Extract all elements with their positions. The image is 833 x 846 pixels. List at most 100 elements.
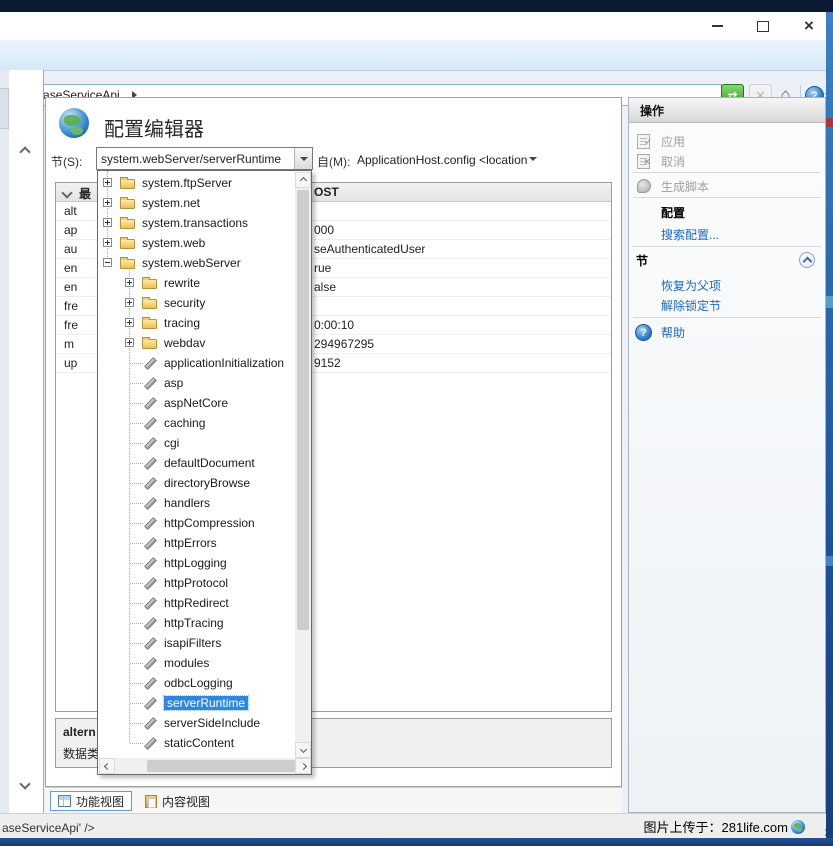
close-button[interactable]: ×: [794, 18, 824, 34]
tree-item-label[interactable]: directoryBrowse: [164, 476, 250, 490]
tree-item-label[interactable]: serverSideInclude: [164, 716, 260, 730]
tree-item-label[interactable]: httpCompression: [164, 516, 255, 530]
scroll-down-button[interactable]: [295, 742, 311, 758]
tree-item-label[interactable]: httpRedirect: [164, 596, 229, 610]
tree-item-security[interactable]: security: [98, 293, 311, 313]
tree-item-webdav[interactable]: webdav: [98, 333, 311, 353]
tree-item-label[interactable]: aspNetCore: [164, 396, 228, 410]
tree-item-system.webServer[interactable]: system.webServer: [98, 253, 311, 273]
section-combobox-dropdown-button[interactable]: [294, 148, 312, 169]
group-collapse-icon[interactable]: [61, 187, 72, 198]
minimize-button[interactable]: [702, 18, 732, 34]
expand-icon[interactable]: [125, 318, 134, 327]
tree-item-label[interactable]: applicationInitialization: [164, 356, 284, 370]
left-dock-tab[interactable]: [0, 88, 9, 129]
tree-item-label[interactable]: httpProtocol: [164, 576, 228, 590]
tree-item-label[interactable]: httpTracing: [164, 616, 224, 630]
tree-item-label[interactable]: modules: [164, 656, 209, 670]
apply-button[interactable]: ✓ 应用: [629, 131, 825, 151]
expand-icon[interactable]: [125, 338, 134, 347]
tab-features-view[interactable]: 功能视图: [50, 791, 132, 811]
expand-icon[interactable]: [103, 198, 112, 207]
tree-item-system.transactions[interactable]: system.transactions: [98, 213, 311, 233]
tree-item-label[interactable]: webdav: [164, 336, 205, 350]
tree-item-directoryBrowse[interactable]: directoryBrowse: [98, 473, 311, 493]
address-bar: Store.BaseServiceApi ⇄ ✕ ⌂ ?: [0, 40, 833, 71]
scroll-up-icon[interactable]: [19, 146, 30, 157]
tree-item-system.net[interactable]: system.net: [98, 193, 311, 213]
expand-icon[interactable]: [103, 238, 112, 247]
tree-item-httpRedirect[interactable]: httpRedirect: [98, 593, 311, 613]
tree-item-label[interactable]: handlers: [164, 496, 210, 510]
tree-item-label[interactable]: odbcLogging: [164, 676, 233, 690]
tree-item-label[interactable]: caching: [164, 416, 205, 430]
unlock-section-link[interactable]: 解除锁定节: [629, 295, 825, 315]
tree-item-label[interactable]: defaultDocument: [164, 456, 255, 470]
tree-item-odbcLogging[interactable]: odbcLogging: [98, 673, 311, 693]
expand-icon[interactable]: [103, 178, 112, 187]
tree-vscrollbar[interactable]: [295, 172, 311, 758]
vscroll-thumb[interactable]: [297, 190, 309, 630]
tree-item-label[interactable]: system.transactions: [142, 216, 248, 230]
tree-item-httpTracing[interactable]: httpTracing: [98, 613, 311, 633]
revert-to-parent-link[interactable]: 恢复为父项: [629, 275, 825, 295]
tab-content-view[interactable]: 内容视图: [138, 791, 217, 811]
expand-icon[interactable]: [125, 298, 134, 307]
tree-item-label[interactable]: cgi: [164, 436, 179, 450]
search-configuration-link[interactable]: 搜索配置...: [629, 224, 825, 244]
collapse-section-button[interactable]: [799, 252, 815, 268]
tree-item-defaultDocument[interactable]: defaultDocument: [98, 453, 311, 473]
tree-item-serverRuntime[interactable]: serverRuntime: [98, 693, 311, 713]
tree-item-label[interactable]: system.web: [142, 236, 205, 250]
actions-separator: [633, 197, 821, 198]
from-dropdown-arrow-icon[interactable]: [529, 157, 537, 161]
hscroll-thumb[interactable]: [147, 760, 295, 772]
tree-item-asp[interactable]: asp: [98, 373, 311, 393]
tree-item-label[interactable]: rewrite: [164, 276, 200, 290]
generate-script-button[interactable]: 生成脚本: [629, 176, 825, 196]
tree-connector-stub: [130, 563, 143, 564]
help-link[interactable]: ? 帮助: [629, 322, 825, 342]
collapse-icon[interactable]: [103, 258, 112, 267]
tree-item-label[interactable]: system.webServer: [142, 256, 241, 270]
section-combobox[interactable]: system.webServer/serverRuntime: [96, 147, 313, 170]
tree-item-label[interactable]: isapiFilters: [164, 636, 221, 650]
tree-item-httpCompression[interactable]: httpCompression: [98, 513, 311, 533]
scroll-left-button[interactable]: [99, 758, 115, 774]
tree-item-staticContent[interactable]: staticContent: [98, 733, 311, 753]
actions-separator: [633, 317, 821, 318]
tree-item-label[interactable]: tracing: [164, 316, 200, 330]
scroll-down-icon[interactable]: [19, 778, 30, 789]
tree-item-applicationInitialization[interactable]: applicationInitialization: [98, 353, 311, 373]
tree-item-label[interactable]: security: [164, 296, 205, 310]
tree-item-isapiFilters[interactable]: isapiFilters: [98, 633, 311, 653]
maximize-button[interactable]: [748, 18, 778, 34]
cancel-button[interactable]: × 取消: [629, 151, 825, 171]
tree-item-label[interactable]: httpLogging: [164, 556, 227, 570]
tree-item-aspNetCore[interactable]: aspNetCore: [98, 393, 311, 413]
tree-item-serverSideInclude[interactable]: serverSideInclude: [98, 713, 311, 733]
tree-item-label[interactable]: serverRuntime: [164, 696, 248, 710]
tree-item-label[interactable]: system.net: [142, 196, 200, 210]
expand-icon[interactable]: [103, 218, 112, 227]
tree-item-rewrite[interactable]: rewrite: [98, 273, 311, 293]
tree-item-httpErrors[interactable]: httpErrors: [98, 533, 311, 553]
tree-item-system.ftpServer[interactable]: system.ftpServer: [98, 173, 311, 193]
tree-item-httpProtocol[interactable]: httpProtocol: [98, 573, 311, 593]
tree-item-httpLogging[interactable]: httpLogging: [98, 553, 311, 573]
tree-item-modules[interactable]: modules: [98, 653, 311, 673]
tree-item-label[interactable]: staticContent: [164, 736, 234, 750]
tree-item-handlers[interactable]: handlers: [98, 493, 311, 513]
scroll-up-button[interactable]: [295, 172, 311, 188]
expand-icon[interactable]: [125, 278, 134, 287]
tree-item-tracing[interactable]: tracing: [98, 313, 311, 333]
tree-item-label[interactable]: system.ftpServer: [142, 176, 232, 190]
tree-item-caching[interactable]: caching: [98, 413, 311, 433]
from-combobox[interactable]: ApplicationHost.config <location: [357, 153, 527, 167]
tree-hscrollbar[interactable]: [99, 758, 311, 774]
tree-item-label[interactable]: httpErrors: [164, 536, 217, 550]
scroll-right-button[interactable]: [295, 758, 311, 774]
tree-item-system.web[interactable]: system.web: [98, 233, 311, 253]
tree-item-cgi[interactable]: cgi: [98, 433, 311, 453]
tree-item-label[interactable]: asp: [164, 376, 183, 390]
